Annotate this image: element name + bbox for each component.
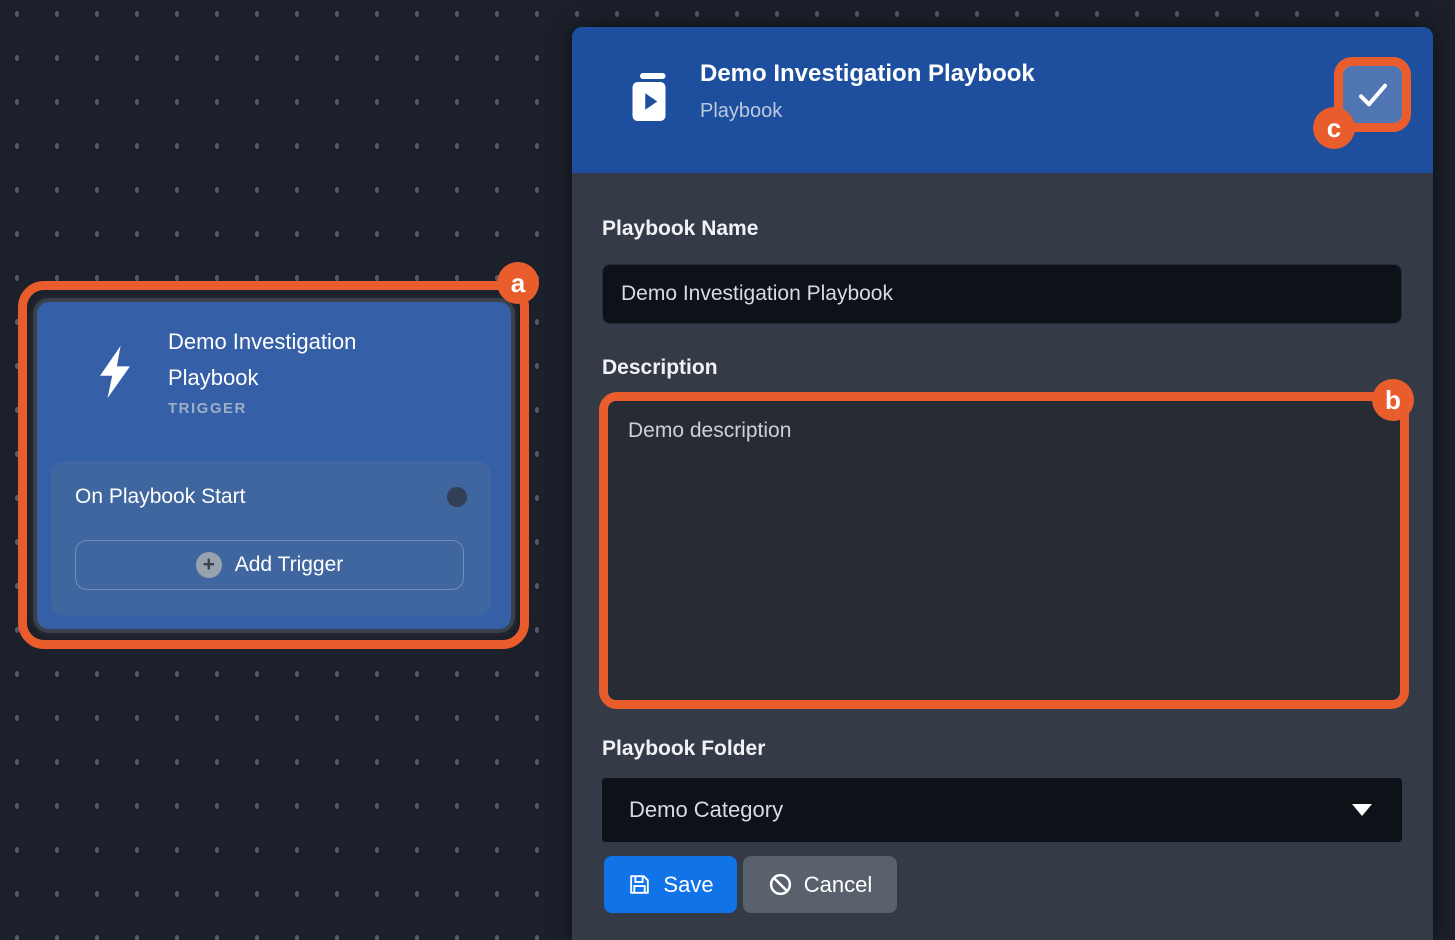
cancel-button-label: Cancel: [804, 872, 872, 898]
folder-select[interactable]: Demo Category: [602, 778, 1402, 842]
panel-header: Demo Investigation Playbook Playbook c: [572, 27, 1433, 173]
annotation-badge-a: a: [497, 262, 539, 304]
confirm-button[interactable]: [1343, 66, 1402, 123]
annotation-badge-b: b: [1372, 379, 1414, 421]
description-textarea[interactable]: Demo description: [608, 401, 1400, 700]
playbook-icon: [628, 71, 670, 123]
caret-down-icon: [1352, 804, 1372, 816]
save-button[interactable]: Save: [604, 856, 737, 913]
annotation-box-b: Demo description: [599, 392, 1409, 709]
playbook-folder-label: Playbook Folder: [602, 737, 765, 761]
trigger-card[interactable]: Demo Investigation Playbook TRIGGER On P…: [33, 298, 515, 633]
save-button-label: Save: [663, 872, 713, 898]
cancel-button[interactable]: Cancel: [743, 856, 897, 913]
add-trigger-label: Add Trigger: [235, 553, 344, 577]
playbook-name-label: Playbook Name: [602, 217, 758, 241]
plus-icon: +: [196, 552, 222, 578]
trigger-card-title: Demo Investigation Playbook: [168, 324, 428, 396]
trigger-item-row[interactable]: On Playbook Start: [51, 461, 491, 509]
checkmark-icon: [1357, 81, 1389, 109]
add-trigger-button[interactable]: + Add Trigger: [75, 540, 464, 590]
lightning-bolt-icon: [92, 344, 138, 400]
playbook-editor-panel: Demo Investigation Playbook Playbook c P…: [572, 27, 1433, 940]
panel-title: Demo Investigation Playbook: [700, 60, 1035, 88]
panel-subtitle: Playbook: [700, 100, 1035, 123]
annotation-badge-c: c: [1313, 107, 1355, 149]
trigger-item-label: On Playbook Start: [75, 485, 245, 509]
playbook-name-input[interactable]: [602, 264, 1402, 324]
no-entry-icon: [768, 872, 793, 897]
description-label: Description: [602, 356, 718, 380]
connection-port-icon[interactable]: [447, 487, 467, 507]
folder-select-value: Demo Category: [629, 797, 783, 823]
trigger-card-type-label: TRIGGER: [168, 400, 428, 417]
trigger-section: On Playbook Start + Add Trigger: [51, 461, 491, 616]
floppy-disk-icon: [627, 872, 652, 897]
